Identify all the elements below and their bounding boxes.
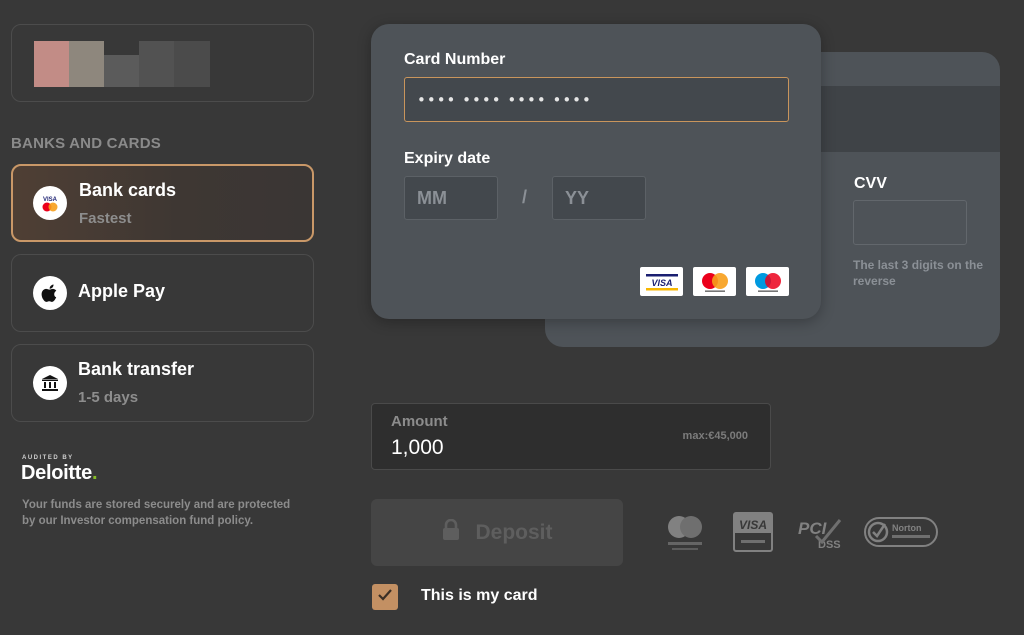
- method-title: Bank cards: [79, 180, 177, 200]
- method-title: Apple Pay: [78, 281, 166, 301]
- expiry-year-input[interactable]: [552, 176, 646, 220]
- checkmark-icon: [377, 588, 393, 607]
- bank-building-icon: [33, 366, 67, 400]
- method-apple-pay[interactable]: Apple Pay: [11, 254, 314, 332]
- svg-text:VISA: VISA: [739, 518, 767, 532]
- maestro-icon: [746, 267, 789, 296]
- norton-icon: Norton: [864, 515, 938, 554]
- cvv-label: CVV: [854, 175, 887, 192]
- svg-text:VISA: VISA: [43, 197, 58, 203]
- this-is-my-card-label[interactable]: This is my card: [421, 587, 538, 605]
- account-selector[interactable]: [11, 24, 314, 102]
- amount-value[interactable]: 1,000: [391, 436, 444, 460]
- cvv-input[interactable]: [853, 200, 967, 245]
- svg-text:Norton: Norton: [892, 523, 922, 533]
- deloitte-logo: Deloitte.: [21, 462, 98, 484]
- mastercard-icon: [693, 267, 736, 296]
- mastercard-securecode-icon: [664, 512, 706, 559]
- visa-icon: VISA: [640, 267, 683, 296]
- lock-icon: [441, 518, 461, 547]
- this-is-my-card-checkbox[interactable]: [372, 584, 398, 610]
- pci-dss-icon: PCI DSS: [796, 512, 844, 557]
- amount-label: Amount: [391, 413, 448, 430]
- deposit-label: Deposit: [475, 520, 553, 544]
- account-avatar-blurred: [34, 41, 210, 87]
- card-front: Card Number Expiry date / VISA: [371, 24, 821, 319]
- card-number-input[interactable]: [404, 77, 789, 122]
- deposit-button[interactable]: Deposit: [371, 499, 623, 566]
- visa-verified-icon: VISA: [733, 512, 773, 557]
- svg-text:VISA: VISA: [651, 278, 672, 288]
- method-subtitle: Fastest: [79, 210, 132, 227]
- cvv-hint: The last 3 digits on the reverse: [853, 258, 984, 288]
- bank-card-icon: VISA: [33, 186, 67, 220]
- svg-text:PCI: PCI: [798, 519, 828, 538]
- expiry-date-label: Expiry date: [404, 150, 491, 167]
- amount-max: max:€45,000: [682, 430, 748, 442]
- method-bank-cards[interactable]: VISA Bank cards Fastest: [11, 164, 314, 242]
- card-number-label: Card Number: [404, 51, 506, 68]
- audited-by-label: AUDITED BY: [22, 455, 74, 461]
- method-bank-transfer[interactable]: Bank transfer 1-5 days: [11, 344, 314, 422]
- security-note: Your funds are stored securely and are p…: [22, 499, 291, 527]
- method-title: Bank transfer: [78, 359, 195, 379]
- expiry-separator: /: [522, 187, 528, 207]
- expiry-month-input[interactable]: [404, 176, 498, 220]
- method-subtitle: 1-5 days: [78, 389, 139, 406]
- apple-icon: [33, 276, 67, 310]
- section-title: BANKS AND CARDS: [11, 135, 161, 152]
- amount-field[interactable]: Amount 1,000 max:€45,000: [371, 403, 771, 470]
